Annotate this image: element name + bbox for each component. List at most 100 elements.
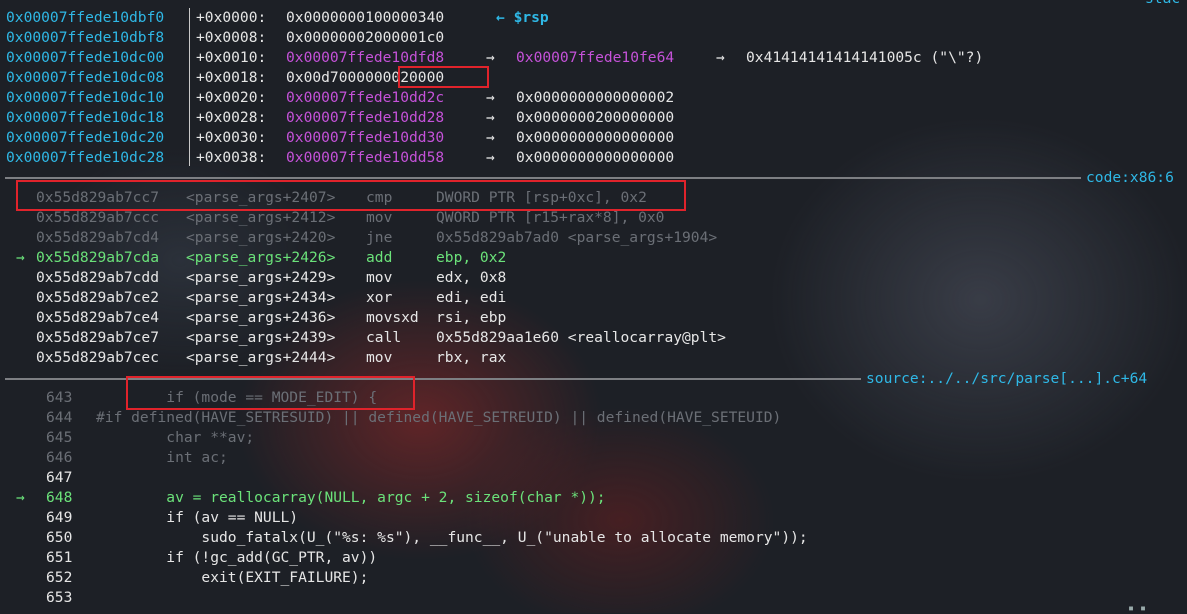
instruction-mnemonic: jne <box>366 229 393 246</box>
instruction-operands: 0x55d829ab7ad0 <parse_args+1904> <box>436 229 718 246</box>
source-line: 650 sudo_fatalx(U_("%s: %s"), __func__, … <box>0 528 1187 548</box>
instruction-operands: edx, 0x8 <box>436 269 507 286</box>
stack-offset: +0x0000: <box>196 9 267 26</box>
instruction-row: 0x55d829ab7ce7 <parse_args+2439> call 0x55d… <box>0 328 1187 348</box>
line-number: 644 <box>46 409 73 426</box>
line-number: 643 <box>46 389 73 406</box>
source-text: sudo_fatalx(U_("%s: %s"), __func__, U_("… <box>96 529 808 546</box>
line-number: 653 <box>46 589 73 606</box>
instruction-address: 0x55d829ab7ce4 <box>36 309 160 326</box>
stack-row: 0x00007ffede10dbf8 +0x0008: 0x000000020000… <box>0 28 1187 48</box>
stack-panel-title: stac <box>1145 0 1180 7</box>
stack-address: 0x00007ffede10dbf0 <box>6 9 165 26</box>
stack-row: 0x00007ffede10dbf0 +0x0000: 0x000000010000… <box>0 8 1187 28</box>
instruction-symbol: <parse_args+2426> <box>186 249 336 266</box>
instruction-row: 0x55d829ab7ccc <parse_args+2412> mov QWORD … <box>0 208 1187 228</box>
instruction-row: 0x55d829ab7ce2 <parse_args+2434> xor edi, e… <box>0 288 1187 308</box>
instruction-row: → 0x55d829ab7cda <parse_args+2426> add ebp, … <box>0 248 1187 268</box>
source-line: 649 if (av == NULL) <box>0 508 1187 528</box>
source-text: char **av; <box>96 429 255 446</box>
stack-offset: +0x0028: <box>196 109 267 126</box>
stack-value: 0x0000000100000340 <box>286 9 445 26</box>
stack-address: 0x00007ffede10dc20 <box>6 129 165 146</box>
instruction-mnemonic: mov <box>366 269 393 286</box>
source-text: if (!gc_add(GC_PTR, av)) <box>96 549 378 566</box>
instruction-address: 0x55d829ab7cec <box>36 349 160 366</box>
instruction-operands: edi, edi <box>436 289 507 306</box>
stack-address: 0x00007ffede10dc08 <box>6 69 165 86</box>
line-number: 646 <box>46 449 73 466</box>
stack-row: 0x00007ffede10dc00 +0x0010: 0x00007ffede10… <box>0 48 1187 68</box>
line-number: 649 <box>46 509 73 526</box>
instruction-symbol: <parse_args+2429> <box>186 269 336 286</box>
stack-value: 0x00007ffede10dd30 <box>286 129 445 146</box>
instruction-operands: ebp, 0x2 <box>436 249 507 266</box>
instruction-operands: rbx, rax <box>436 349 507 366</box>
deref-arrow: → <box>486 129 495 146</box>
deref-arrow: → <box>486 149 495 166</box>
stack-value: 0x00007ffede10dfd8 <box>286 49 445 66</box>
line-number: 645 <box>46 429 73 446</box>
source-line: 647 <box>0 468 1187 488</box>
stack-address: 0x00007ffede10dc10 <box>6 89 165 106</box>
instruction-mnemonic: mov <box>366 209 393 226</box>
deref-target: 0x0000000200000000 <box>516 109 675 126</box>
instruction-mnemonic: add <box>366 249 393 266</box>
current-instruction-arrow: → <box>16 249 25 266</box>
line-number: 648 <box>46 489 73 506</box>
stack-row: 0x00007ffede10dc08 +0x0018: 0x00d700000002… <box>0 68 1187 88</box>
source-panel-title: source:../../src/parse[...].c+64 <box>866 370 1148 387</box>
line-number: 647 <box>46 469 73 486</box>
stack-value: 0x00007ffede10dd2c <box>286 89 445 106</box>
stack-address: 0x00007ffede10dc00 <box>6 49 165 66</box>
instruction-mnemonic: movsxd <box>366 309 419 326</box>
deref-value: 0x41414141414141005c ("\"?) <box>746 49 984 66</box>
deref-target: 0x0000000000000000 <box>516 149 675 166</box>
instruction-operands: rsi, ebp <box>436 309 507 326</box>
line-number: 652 <box>46 569 73 586</box>
instruction-address: 0x55d829ab7cd4 <box>36 229 160 246</box>
resize-handle-icon[interactable]: ▪ ▪ <box>1128 603 1146 614</box>
stack-offset: +0x0038: <box>196 149 267 166</box>
instruction-symbol: <parse_args+2420> <box>186 229 336 246</box>
stack-offset: +0x0018: <box>196 69 267 86</box>
instruction-address: 0x55d829ab7cda <box>36 249 160 266</box>
source-line: 646 int ac; <box>0 448 1187 468</box>
instruction-mnemonic: xor <box>366 289 393 306</box>
source-text: int ac; <box>96 449 228 466</box>
stack-address: 0x00007ffede10dc28 <box>6 149 165 166</box>
stack-row: 0x00007ffede10dc18 +0x0028: 0x00007ffede10… <box>0 108 1187 128</box>
instruction-mnemonic: call <box>366 329 402 346</box>
source-line: 645 char **av; <box>0 428 1187 448</box>
instruction-address: 0x55d829ab7cdd <box>36 269 160 286</box>
deref-arrow: → <box>716 49 725 66</box>
deref-arrow: → <box>486 89 495 106</box>
line-number: 650 <box>46 529 73 546</box>
deref-arrow: → <box>486 49 495 66</box>
stack-address: 0x00007ffede10dbf8 <box>6 29 165 46</box>
source-text: exit(EXIT_FAILURE); <box>96 569 369 586</box>
highlight-box-cmp-instruction <box>16 180 686 211</box>
instruction-symbol: <parse_args+2436> <box>186 309 336 326</box>
source-line: 652 exit(EXIT_FAILURE); <box>0 568 1187 588</box>
highlight-box-stack-value <box>398 66 489 88</box>
instruction-row: 0x55d829ab7cec <parse_args+2444> mov rbx, r… <box>0 348 1187 368</box>
instruction-row: 0x55d829ab7ce4 <parse_args+2436> movsxd rsi… <box>0 308 1187 328</box>
instruction-address: 0x55d829ab7ccc <box>36 209 160 226</box>
stack-row: 0x00007ffede10dc28 +0x0038: 0x00007ffede10… <box>0 148 1187 168</box>
deref-target: 0x0000000000000002 <box>516 89 675 106</box>
instruction-symbol: <parse_args+2439> <box>186 329 336 346</box>
stack-address: 0x00007ffede10dc18 <box>6 109 165 126</box>
instruction-mnemonic: mov <box>366 349 393 366</box>
instruction-symbol: <parse_args+2444> <box>186 349 336 366</box>
source-text: if (av == NULL) <box>96 509 299 526</box>
stack-value: 0x00007ffede10dd28 <box>286 109 445 126</box>
source-line: 653 <box>0 588 1187 608</box>
instruction-symbol: <parse_args+2412> <box>186 209 336 226</box>
source-text: av = reallocarray(NULL, argc + 2, sizeof… <box>96 489 606 506</box>
stack-offset: +0x0020: <box>196 89 267 106</box>
instruction-address: 0x55d829ab7ce7 <box>36 329 160 346</box>
stack-offset: +0x0010: <box>196 49 267 66</box>
rsp-marker: ← $rsp <box>496 9 549 26</box>
current-line-arrow: → <box>16 489 25 506</box>
